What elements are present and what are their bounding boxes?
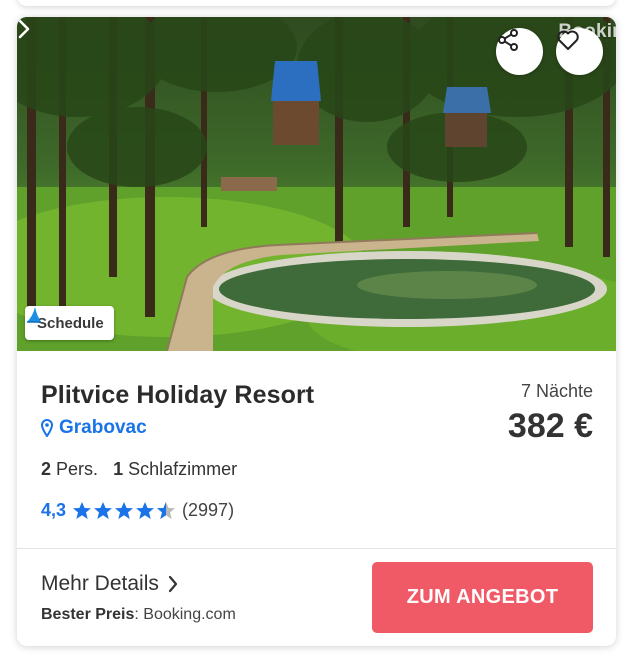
more-details-link[interactable]: Mehr Details (41, 572, 178, 596)
persons-count: 2 (41, 459, 52, 479)
rating-score: 4,3 (41, 500, 67, 520)
favorite-button[interactable] (556, 28, 603, 75)
star-full-icon (94, 502, 113, 519)
persons-label: Pers. (56, 459, 99, 479)
star-full-icon (73, 502, 92, 519)
best-price-label: Bester Preis (41, 606, 135, 623)
previous-card-edge (17, 0, 616, 6)
map-pin-icon (41, 419, 53, 437)
star-full-icon (115, 502, 134, 519)
chevron-right-icon[interactable] (17, 17, 31, 41)
rating-stars (72, 501, 176, 520)
schedule-badge: Schedule (25, 306, 114, 340)
star-full-icon (136, 502, 155, 519)
divider (17, 548, 616, 549)
occupancy-info: 2 Pers. 1 Schlafzimmer (41, 459, 237, 480)
schedule-badge-label: Schedule (37, 314, 104, 332)
listing-title[interactable]: Plitvice Holiday Resort (41, 381, 314, 410)
share-icon (498, 29, 518, 51)
bedrooms-count: 1 (113, 459, 124, 479)
best-price-source: : Booking.com (134, 606, 236, 623)
price: 382 € (507, 407, 593, 445)
more-details-label: Mehr Details (41, 572, 159, 595)
view-offer-button[interactable]: ZUM ANGEBOT (372, 562, 593, 633)
chevron-right-icon (168, 575, 177, 593)
location[interactable]: Grabovac (41, 417, 147, 439)
nights-label: 7 Nächte (520, 381, 593, 401)
heart-icon (557, 30, 579, 50)
best-price-info: Bester Preis: Booking.com (41, 606, 236, 624)
bedrooms-label: Schlafzimmer (128, 459, 238, 479)
review-count: (2997) (182, 500, 235, 520)
location-label: Grabovac (59, 417, 147, 438)
star-half-icon (157, 502, 176, 519)
share-button[interactable] (496, 28, 543, 75)
listing-card: Bookin Schedule Plitvic (17, 17, 616, 646)
sail-icon (27, 307, 41, 323)
rating: 4,3 (2997) (41, 500, 234, 521)
listing-photo[interactable]: Bookin Schedule (17, 17, 616, 351)
